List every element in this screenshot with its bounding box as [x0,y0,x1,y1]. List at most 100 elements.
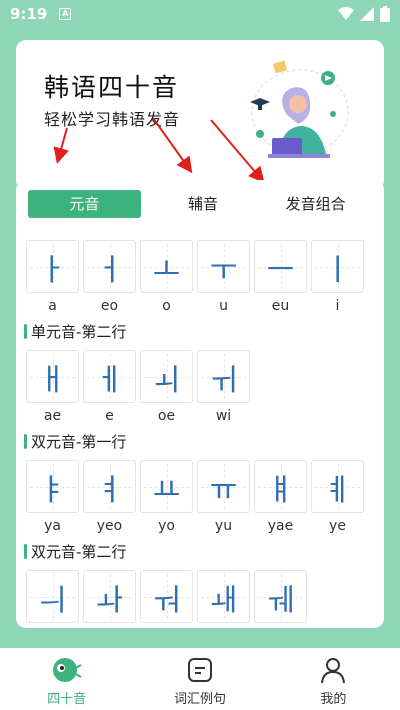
romanization: e [105,408,114,424]
vowel-card-button[interactable]: ㅔ [83,350,136,403]
romanization: wi [215,408,232,424]
vowel-item: ㅏa [26,240,79,315]
vowel-item: ㅑ ya [26,460,79,535]
vowel-item: ㅠ yu [197,460,250,535]
vowel-card-button[interactable]: ㅢ [26,570,79,623]
romanization: yu [214,518,233,534]
section-label: 单元音-第二行 [24,318,376,344]
vowel-item: ㅟ wi [197,350,250,425]
vowel-card-button[interactable]: ㅚ [140,350,193,403]
status-icons [338,6,390,22]
vowel-item: ㅔe [83,350,136,425]
romanization: a [48,298,57,314]
vowel-item: ㅙ [197,570,250,628]
vowel-card-button[interactable]: ㅟ [197,350,250,403]
vowel-card-button[interactable]: ㅙ [197,570,250,623]
vowel-card-button[interactable]: ㅛ [140,460,193,513]
hangul-character: ㅒ [266,472,295,508]
student-illustration [250,60,349,158]
vowel-card: 元音 辅音 发音组合 ㅏ a ㅓ eo ㅗ o ㅜ u ㅡ eu ㅣ i 单元音-第二行ㅐ ae ㅔ e ㅚ oe… [16,180,384,628]
vowel-item: ㅖ ye [311,460,364,535]
vowel-card-button[interactable]: ㅑ [26,460,79,513]
vowel-row: ㅐ ae ㅔ e ㅚ oe ㅟ wi [26,350,376,425]
vowel-card-button[interactable]: ㅣ [311,240,364,293]
nav-label: 四十音 [47,692,87,707]
romanization: ye [329,518,346,534]
section-label: 双元音-第二行 [24,538,376,564]
vowel-card-button[interactable]: ㅓ [83,240,136,293]
vowel-item: ㅚ oe [140,350,193,425]
vowel-item: ㅝ [140,570,193,628]
romanization: yae [267,518,294,534]
romanization: eu [271,298,290,314]
nav-item-forty-sounds[interactable]: 四十音 [0,648,133,710]
vowel-item: ㅘ [83,570,136,628]
vowel-card-button[interactable]: ㅏ [26,240,79,293]
vowel-item: ㅐ ae [26,350,79,425]
vowel-item: ㅕ yeo [83,460,136,535]
section-title: 双元音-第二行 [31,542,127,561]
romanization: yeo [96,518,123,534]
nav-item-vocabulary[interactable]: 词汇例句 [133,648,266,710]
romanization: u [219,298,228,314]
page-title: 韩语四十音 [44,73,180,102]
vowel-item: ㅣi [311,240,364,315]
vowel-item: ㅜu [197,240,250,315]
vowel-card-button[interactable]: ㅜ [197,240,250,293]
romanization: ae [43,408,62,424]
page-subtitle: 轻松学习韩语发音 [44,110,181,129]
vowel-row: ㅢㅘㅝㅙㅞ [26,570,376,628]
tab-combinations[interactable]: 发音组合 [259,190,372,218]
romanization: o [162,298,171,314]
signal-icon [360,7,374,21]
hangul-character: ㅜ [209,252,238,288]
wifi-icon [338,7,354,20]
battery-icon [380,6,390,22]
hangul-character: ㅠ [209,472,238,508]
hangul-character: ㅞ [266,582,295,618]
vowel-item: ㅒ yae [254,460,307,535]
vowel-card-button[interactable]: ㅕ [83,460,136,513]
vowel-card-button[interactable]: ㅒ [254,460,307,513]
vowel-card-button[interactable]: ㅞ [254,570,307,623]
hangul-character: ㅑ [38,472,67,508]
vowel-item: ㅡ eu [254,240,307,315]
hangul-character: ㅓ [95,252,124,288]
nav-item-profile[interactable]: 我的 [267,648,400,710]
tab-consonants[interactable]: 辅音 [147,190,260,218]
nav-label: 词汇例句 [173,692,226,707]
hangul-character: ㅚ [152,362,181,398]
hangul-character: ㅏ [38,252,67,288]
romanization: ya [44,518,61,534]
notification-icon: A [59,8,72,20]
vowel-card-button[interactable]: ㅡ [254,240,307,293]
hangul-character: ㅣ [323,252,352,288]
romanization: i [335,298,340,314]
hangul-character: ㅙ [209,582,238,618]
romanization: yo [158,518,175,534]
vowel-item: ㅢ [26,570,79,628]
section-marker [24,433,27,449]
vowel-grid: ㅏ a ㅓ eo ㅗ o ㅜ u ㅡ eu ㅣ i 单元音-第二行ㅐ ae ㅔ e ㅚ oe ㅟ wi 双元音-第一行ㅑ… [24,240,376,628]
vowel-card-button[interactable]: ㅘ [83,570,136,623]
vowel-card-button[interactable]: ㅗ [140,240,193,293]
section-title: 双元音-第一行 [31,432,127,451]
vowel-card-button[interactable]: ㅖ [311,460,364,513]
hangul-character: ㅛ [152,472,181,508]
status-bar: 9:19 A [0,0,400,28]
section-marker [24,543,27,559]
tab-vowels[interactable]: 元音 [28,190,141,218]
vowel-card-button[interactable]: ㅠ [197,460,250,513]
vowel-item: ㅛ yo [140,460,193,535]
hangul-character: ㅐ [38,362,67,398]
vowel-card-button[interactable]: ㅝ [140,570,193,623]
message-icon [187,658,212,682]
header-card: 韩语四十音 轻松学习韩语发音 [16,40,384,190]
romanization: oe [157,408,176,424]
mascot-icon [52,658,82,682]
hangul-character: ㅔ [95,362,124,398]
hangul-character: ㅡ [266,252,295,288]
tab-bar: 元音 辅音 发音组合 [28,190,372,218]
vowel-card-button[interactable]: ㅐ [26,350,79,403]
section-marker [24,323,27,339]
